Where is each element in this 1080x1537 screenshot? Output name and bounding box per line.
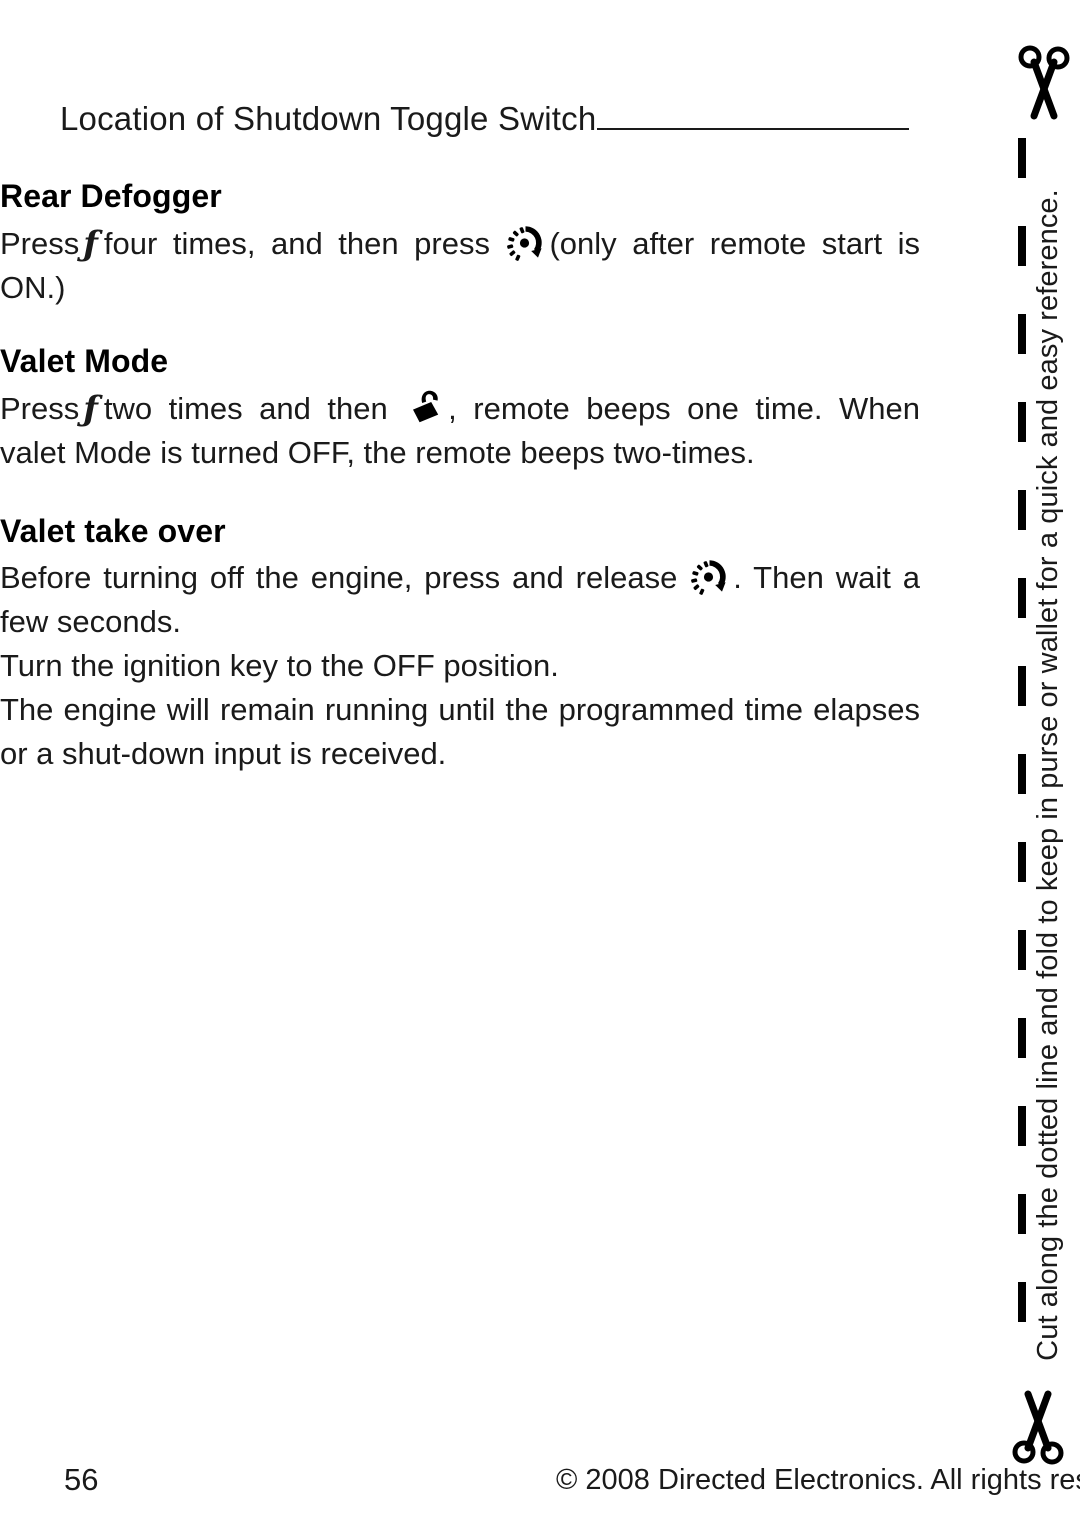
section-body-paragraph-3: The engine will remain running until the…: [0, 692, 920, 771]
section-body-paragraph-2: Turn the ignition key to the OFF positio…: [0, 648, 559, 683]
remote-start-icon: [689, 558, 733, 595]
fill-in-line-blank[interactable]: [597, 128, 910, 130]
section-body-valet-mode: Press ƒ two times and then , remote beeps …: [0, 386, 920, 475]
remote-start-icon: [505, 224, 549, 261]
dotted-cut-line: [1018, 138, 1026, 1368]
section-rear-defogger: Rear Defogger Press ƒ four times, and then…: [0, 178, 920, 310]
section-title-valet-mode: Valet Mode: [0, 343, 169, 379]
text-four-times: four times, and then press: [103, 226, 490, 261]
scissors-icon: [1008, 1378, 1068, 1468]
section-valet-mode: Valet Mode Press ƒ two times and then , re…: [0, 343, 920, 475]
document-page: Location of Shutdown Toggle Switch Rear …: [0, 0, 1080, 1537]
section-title-rear-defogger: Rear Defogger: [0, 178, 222, 214]
text-two-times: two times and then: [103, 391, 388, 426]
text-press: Press: [0, 226, 80, 261]
unlock-padlock-icon: [404, 389, 448, 425]
page-footer: 56 © 2008 Directed Electronics. All righ…: [0, 1462, 1080, 1506]
scissors-icon: [1014, 42, 1074, 132]
text-before-turning-off: Before turning off the engine, press and…: [0, 560, 678, 595]
fill-in-line-label: Location of Shutdown Toggle Switch: [60, 100, 597, 137]
section-body-paragraph-1: Before turning off the engine, press and…: [0, 556, 920, 644]
function-symbol-icon: ƒ: [83, 389, 98, 429]
page-number: 56: [64, 1462, 99, 1497]
function-symbol-icon: ƒ: [83, 224, 98, 264]
copyright-notice: © 2008 Directed Electronics. All rights …: [556, 1464, 1080, 1496]
section-valet-take-over: Valet take over Before turning off the e…: [0, 513, 920, 776]
text-press: Press: [0, 391, 80, 426]
section-title-valet-take-over: Valet take over: [0, 513, 226, 549]
cut-strip-note-text: Cut along the dotted line and fold to ke…: [1032, 189, 1064, 1361]
fill-in-line: Location of Shutdown Toggle Switch: [60, 100, 940, 138]
cut-strip-note: Cut along the dotted line and fold to ke…: [1028, 189, 1068, 1361]
section-body-rear-defogger: Press ƒ four times, and then press (only…: [0, 221, 920, 310]
